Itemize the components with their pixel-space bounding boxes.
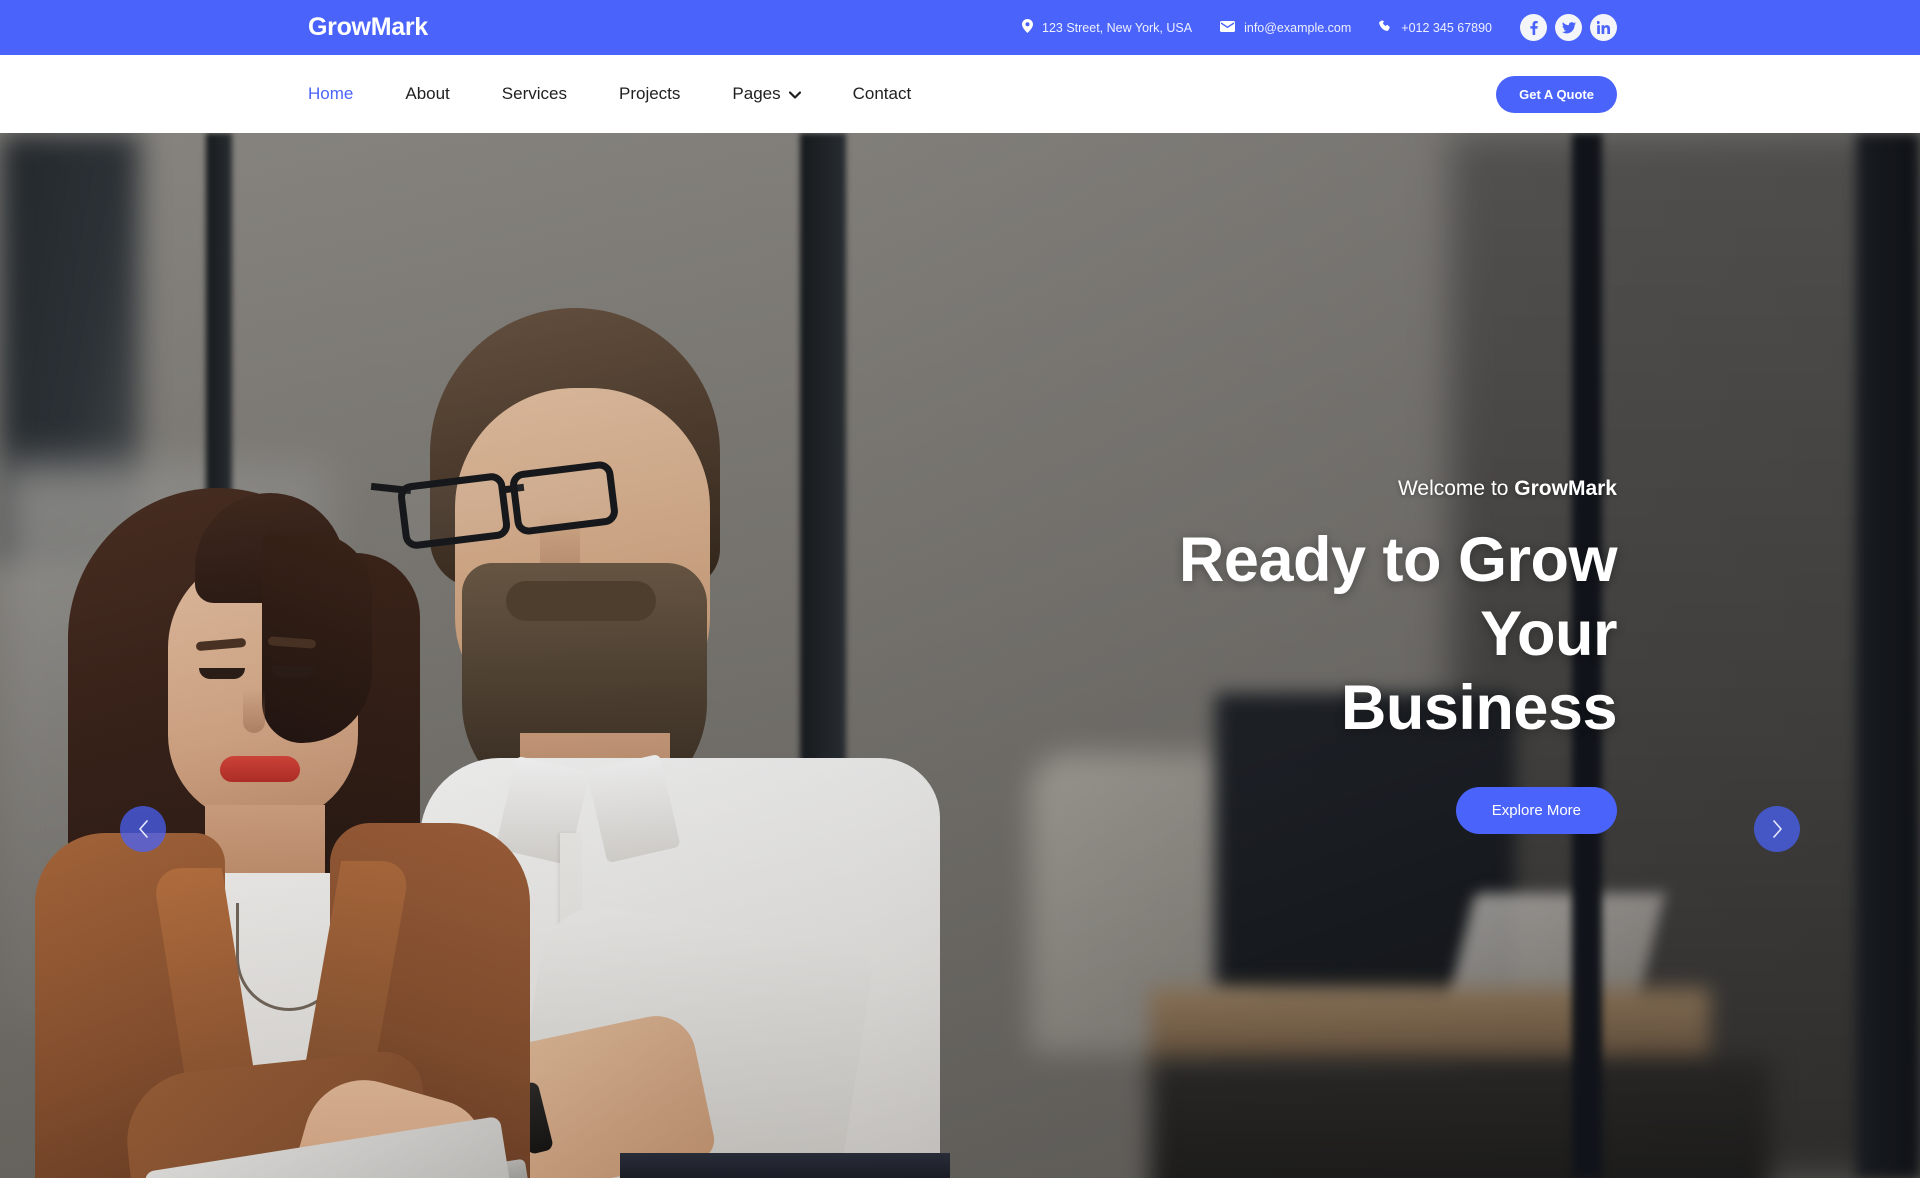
contact-address-text: 123 Street, New York, USA bbox=[1042, 20, 1193, 35]
nav-item-about[interactable]: About bbox=[379, 84, 475, 104]
get-a-quote-button[interactable]: Get A Quote bbox=[1496, 75, 1617, 113]
nav-item-pages-label: Pages bbox=[732, 84, 781, 103]
top-contact-bar: GrowMark 123 Street, New York, USA info@… bbox=[0, 0, 1920, 55]
nav-item-about-label: About bbox=[405, 84, 450, 103]
hero-title: Ready to Grow Your Business bbox=[1037, 523, 1618, 746]
nav-links: Home About Services Projects Pages Conta… bbox=[308, 84, 937, 104]
nav-item-projects[interactable]: Projects bbox=[593, 84, 706, 104]
contact-email[interactable]: info@example.com bbox=[1220, 20, 1352, 35]
hero-title-line-2: Business bbox=[1340, 673, 1618, 744]
hero-content: Welcome to GrowMark Ready to Grow Your B… bbox=[0, 133, 1920, 1178]
chevron-down-icon bbox=[788, 84, 801, 104]
hero-carousel: Welcome to GrowMark Ready to Grow Your B… bbox=[0, 133, 1920, 1178]
envelope-icon bbox=[1220, 20, 1236, 35]
nav-item-home[interactable]: Home bbox=[308, 84, 379, 104]
topbar-right-group: 123 Street, New York, USA info@example.c… bbox=[1022, 14, 1920, 41]
contact-phone[interactable]: +012 345 67890 bbox=[1379, 19, 1492, 36]
hero-welcome-prefix: Welcome to bbox=[1397, 476, 1515, 500]
hero-welcome-brand: GrowMark bbox=[1514, 476, 1617, 500]
explore-more-button[interactable]: Explore More bbox=[1455, 787, 1617, 835]
hero-welcome-text: Welcome to GrowMark bbox=[1037, 477, 1617, 501]
chevron-right-icon bbox=[1772, 820, 1782, 838]
brand-logo[interactable]: GrowMark bbox=[308, 13, 428, 42]
contact-phone-text: +012 345 67890 bbox=[1401, 20, 1492, 35]
hero-title-line-1: Ready to Grow Your bbox=[1178, 524, 1618, 669]
twitter-icon[interactable] bbox=[1555, 14, 1582, 41]
nav-item-projects-label: Projects bbox=[618, 84, 681, 103]
contact-email-text: info@example.com bbox=[1244, 20, 1352, 35]
location-pin-icon bbox=[1022, 19, 1033, 36]
carousel-prev-button[interactable] bbox=[120, 806, 166, 852]
phone-icon bbox=[1379, 19, 1392, 36]
contact-address[interactable]: 123 Street, New York, USA bbox=[1022, 19, 1192, 36]
carousel-next-button[interactable] bbox=[1754, 806, 1800, 852]
social-links bbox=[1520, 14, 1617, 41]
chevron-left-icon bbox=[138, 820, 148, 838]
nav-item-services[interactable]: Services bbox=[476, 84, 593, 104]
nav-item-contact-label: Contact bbox=[852, 84, 912, 103]
main-navigation-bar: Home About Services Projects Pages Conta… bbox=[0, 55, 1920, 133]
nav-item-home-label: Home bbox=[308, 84, 354, 103]
nav-item-contact[interactable]: Contact bbox=[827, 84, 938, 104]
linkedin-icon[interactable] bbox=[1590, 14, 1617, 41]
facebook-icon[interactable] bbox=[1520, 14, 1547, 41]
nav-item-services-label: Services bbox=[501, 84, 567, 103]
nav-item-pages[interactable]: Pages bbox=[706, 84, 826, 104]
hero-copy: Welcome to GrowMark Ready to Grow Your B… bbox=[1037, 477, 1618, 835]
